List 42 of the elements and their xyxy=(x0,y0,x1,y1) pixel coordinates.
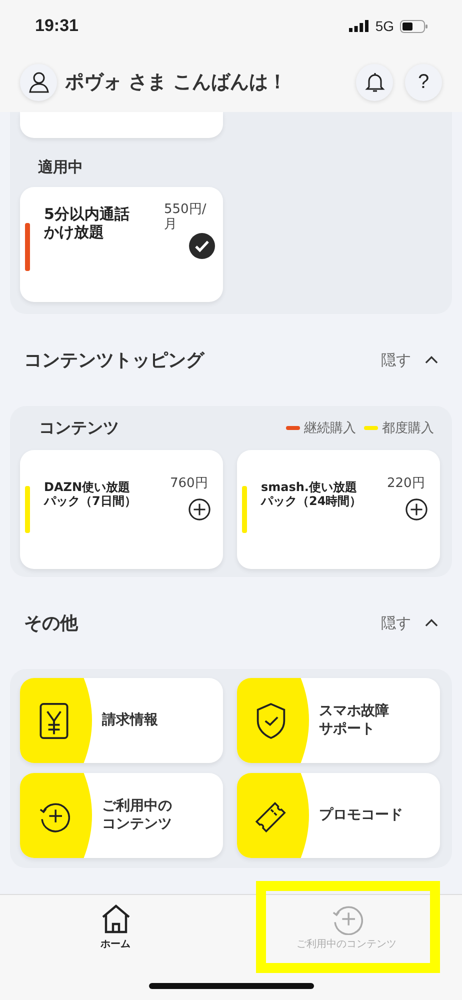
menu-label: 請求情報 xyxy=(102,712,158,730)
legend-label: 都度購入 xyxy=(382,420,434,437)
hide-toggle[interactable]: 隠す xyxy=(381,614,438,632)
menu-label: スマホ故障サポート xyxy=(319,703,390,738)
menu-card[interactable]: ご利用中のコンテンツ xyxy=(20,773,223,858)
bell-icon xyxy=(362,70,386,94)
signal-icon xyxy=(349,20,370,32)
greeting-text: ポヴォ さま こんばんは！ xyxy=(65,70,288,95)
plan-card[interactable]: 5分以内通話かけ放題 550円/月 xyxy=(20,187,223,302)
menu-card[interactable]: スマホ故障サポート xyxy=(237,678,440,763)
menu-label: プロモコード xyxy=(319,806,403,824)
home-icon xyxy=(100,903,132,935)
content-title: DAZN使い放題パック（7日間） xyxy=(44,480,138,509)
menu-card[interactable]: プロモコード xyxy=(237,773,440,858)
menu-card[interactable]: 請求情報 xyxy=(20,678,223,763)
nav-tab[interactable]: ホーム xyxy=(100,903,132,959)
battery-icon xyxy=(400,20,428,32)
add-icon[interactable] xyxy=(188,498,211,521)
person-icon xyxy=(26,70,50,94)
plan-title: 5分以内通話かけ放題 xyxy=(44,205,130,241)
legend-label: 継続購入 xyxy=(304,420,356,437)
status-time: 19:31 xyxy=(35,16,78,36)
menu-label: ご利用中のコンテンツ xyxy=(102,798,173,833)
refresh-plus-icon xyxy=(330,903,362,935)
contents-label: コンテンツ xyxy=(39,418,119,438)
network-label: 5G xyxy=(375,18,394,34)
profile-button[interactable] xyxy=(20,64,57,100)
yen-bill-icon xyxy=(38,702,70,740)
notification-button[interactable] xyxy=(356,64,393,100)
plan-price: 550円/月 xyxy=(164,203,208,233)
add-icon[interactable] xyxy=(405,498,428,521)
section-title: その他 xyxy=(24,612,78,635)
content-price: 760円 xyxy=(170,475,208,492)
content-card[interactable]: DAZN使い放題パック（7日間） 760円 xyxy=(20,450,223,569)
shield-check-icon xyxy=(255,702,287,740)
content-title: smash.使い放題パック（24時間） xyxy=(261,480,363,509)
section-title: コンテンツトッピング xyxy=(24,349,204,372)
applied-label: 適用中 xyxy=(37,157,84,178)
help-button[interactable]: ? xyxy=(405,64,442,100)
hide-toggle[interactable]: 隠す xyxy=(381,350,438,370)
content-price: 220円 xyxy=(387,475,425,492)
content-card[interactable]: smash.使い放題パック（24時間） 220円 xyxy=(237,450,440,569)
